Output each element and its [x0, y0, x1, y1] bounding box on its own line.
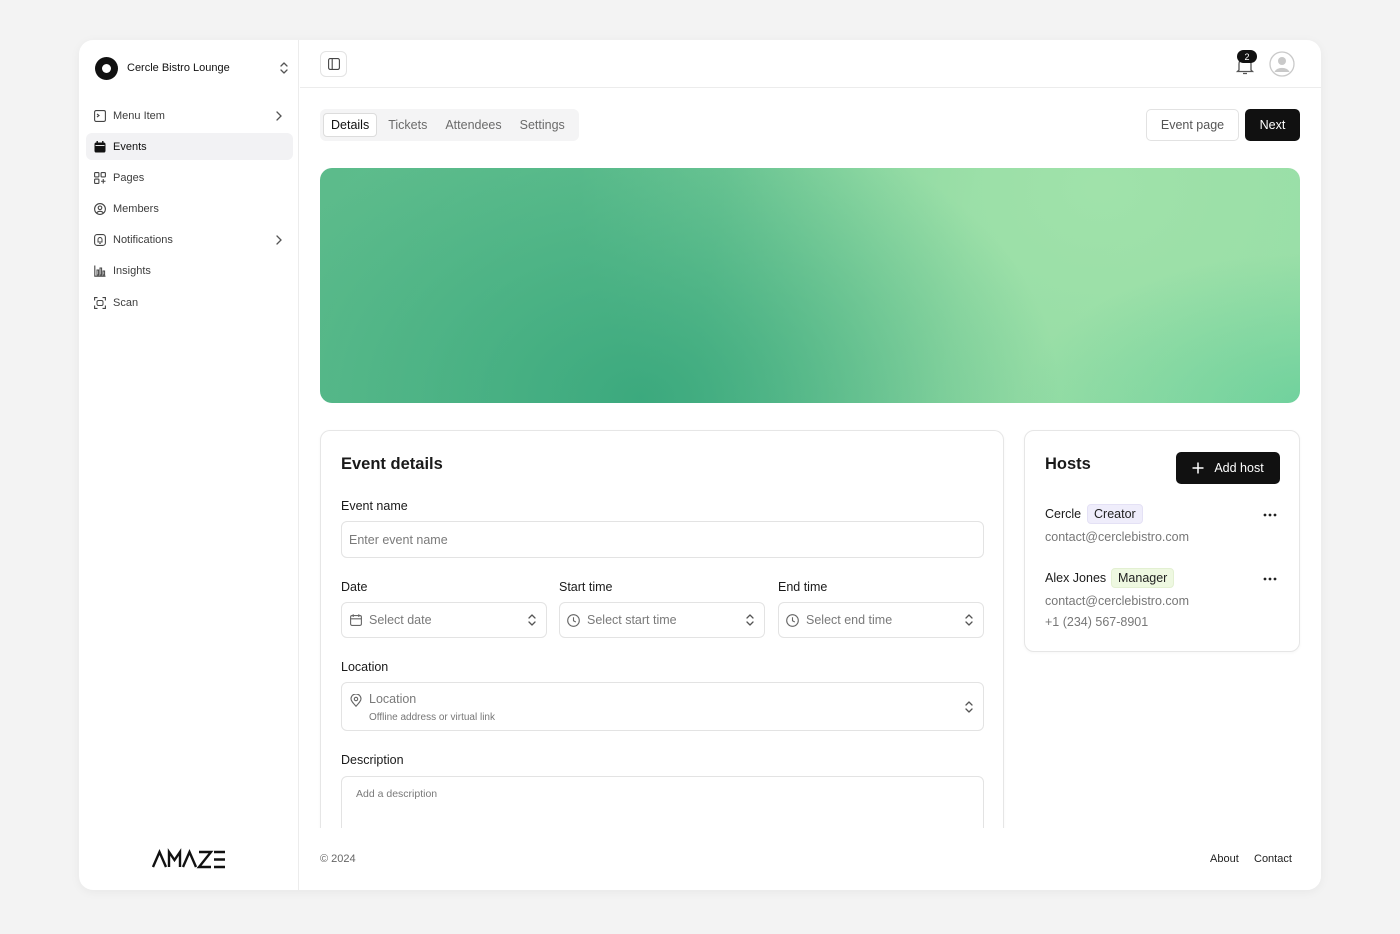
main-content: 2 Details Tickets Attendees Settings Eve… — [300, 40, 1321, 890]
start-time-placeholder: Select start time — [587, 613, 677, 627]
event-name-placeholder: Enter event name — [349, 532, 448, 547]
add-host-label: Add host — [1214, 461, 1264, 475]
clock-icon — [567, 613, 580, 627]
notification-count-badge: 2 — [1237, 50, 1257, 63]
sidebar-item-label: Notifications — [113, 234, 173, 247]
chevron-updown-icon — [279, 61, 289, 75]
sidebar-item-menu-item[interactable]: Menu Item — [86, 102, 293, 129]
map-pin-icon — [349, 694, 362, 707]
about-link[interactable]: About — [1210, 853, 1239, 865]
tab-attendees[interactable]: Attendees — [438, 114, 508, 136]
date-placeholder: Select date — [369, 613, 432, 627]
role-badge-manager: Manager — [1111, 568, 1175, 588]
sidebar-item-scan[interactable]: Scan — [86, 289, 293, 316]
copyright: © 2024 — [320, 853, 356, 865]
location-placeholder: Location — [369, 692, 417, 706]
end-time-label: End time — [778, 580, 828, 594]
start-time-label: Start time — [559, 580, 613, 594]
calendar-outline-icon — [349, 614, 362, 627]
host-email: contact@cerclebistro.com — [1045, 594, 1189, 608]
description-placeholder: Add a description — [356, 788, 438, 800]
sidebar: Cercle Bistro Lounge Menu Item Events Pa… — [79, 40, 299, 890]
sidebar-item-events[interactable]: Events — [86, 133, 293, 161]
chevron-updown-icon — [964, 613, 974, 627]
sidebar-item-members[interactable]: Members — [86, 196, 293, 223]
sidebar-toggle-icon — [327, 58, 340, 70]
sidebar-item-label: Menu Item — [113, 109, 165, 122]
pages-icon — [93, 171, 106, 184]
host-email: contact@cerclebistro.com — [1045, 530, 1189, 544]
sidebar-item-label: Pages — [113, 171, 145, 184]
date-label: Date — [341, 580, 368, 594]
location-select[interactable]: Location Offline address or virtual link — [341, 682, 984, 731]
event-name-label: Event name — [341, 499, 408, 513]
chevron-right-icon — [273, 110, 285, 122]
location-label: Location — [341, 660, 389, 674]
end-time-select[interactable]: Select end time — [778, 602, 984, 638]
menu-item-icon — [93, 109, 106, 122]
host-phone: +1 (234) 567-8901 — [1045, 615, 1149, 629]
event-page-button[interactable]: Event page — [1146, 109, 1239, 141]
notifications-icon — [93, 234, 106, 247]
add-host-button[interactable]: Add host — [1176, 452, 1280, 484]
org-switcher[interactable]: Cercle Bistro Lounge — [95, 56, 289, 80]
app-window: Cercle Bistro Lounge Menu Item Events Pa… — [79, 40, 1321, 890]
scan-icon — [93, 296, 106, 309]
tab-settings[interactable]: Settings — [513, 114, 572, 136]
clock-icon — [786, 613, 799, 627]
event-name-input[interactable]: Enter event name — [341, 521, 984, 558]
topbar: 2 — [300, 40, 1321, 88]
amaze-logo — [151, 848, 227, 870]
hosts-card: Hosts Add host Cercle Creator contact@ce… — [1024, 430, 1300, 652]
sidebar-item-insights[interactable]: Insights — [86, 258, 293, 285]
role-badge-creator: Creator — [1087, 504, 1143, 524]
date-select[interactable]: Select date — [341, 602, 547, 638]
sidebar-item-label: Members — [113, 203, 159, 216]
members-icon — [93, 203, 106, 216]
more-options-icon[interactable] — [1263, 577, 1277, 581]
hosts-title: Hosts — [1045, 455, 1091, 473]
tab-details[interactable]: Details — [323, 113, 378, 137]
org-logo — [95, 56, 118, 80]
event-details-card: Event details Event name Enter event nam… — [320, 430, 1004, 850]
calendar-icon — [93, 140, 106, 153]
sidebar-item-label: Scan — [113, 296, 139, 309]
chevron-right-icon — [273, 234, 285, 246]
next-button[interactable]: Next — [1245, 109, 1300, 141]
insights-icon — [93, 265, 106, 278]
sidebar-nav: Menu Item Events Pages Members Notificat… — [86, 102, 293, 320]
sidebar-item-pages[interactable]: Pages — [86, 164, 293, 191]
host-name: Cercle — [1045, 507, 1082, 521]
user-avatar[interactable] — [1269, 51, 1295, 77]
sidebar-toggle-button[interactable] — [320, 51, 347, 77]
start-time-select[interactable]: Select start time — [559, 602, 765, 638]
chevron-updown-icon — [527, 613, 537, 627]
sidebar-item-notifications[interactable]: Notifications — [86, 227, 293, 254]
more-options-icon[interactable] — [1263, 513, 1277, 517]
tab-tickets[interactable]: Tickets — [381, 114, 434, 136]
sidebar-item-label: Insights — [113, 265, 151, 278]
sidebar-item-label: Events — [113, 140, 147, 153]
location-hint: Offline address or virtual link — [369, 712, 495, 723]
event-cover-banner[interactable] — [320, 168, 1300, 403]
end-time-placeholder: Select end time — [806, 613, 893, 627]
org-name: Cercle Bistro Lounge — [127, 62, 230, 74]
footer — [300, 828, 1321, 890]
description-label: Description — [341, 753, 404, 767]
plus-icon — [1192, 462, 1204, 474]
card-title: Event details — [341, 455, 443, 473]
tab-bar: Details Tickets Attendees Settings — [320, 109, 579, 141]
chevron-updown-icon — [964, 700, 974, 714]
chevron-updown-icon — [745, 613, 755, 627]
host-name: Alex Jones — [1045, 571, 1107, 585]
contact-link[interactable]: Contact — [1254, 853, 1292, 865]
